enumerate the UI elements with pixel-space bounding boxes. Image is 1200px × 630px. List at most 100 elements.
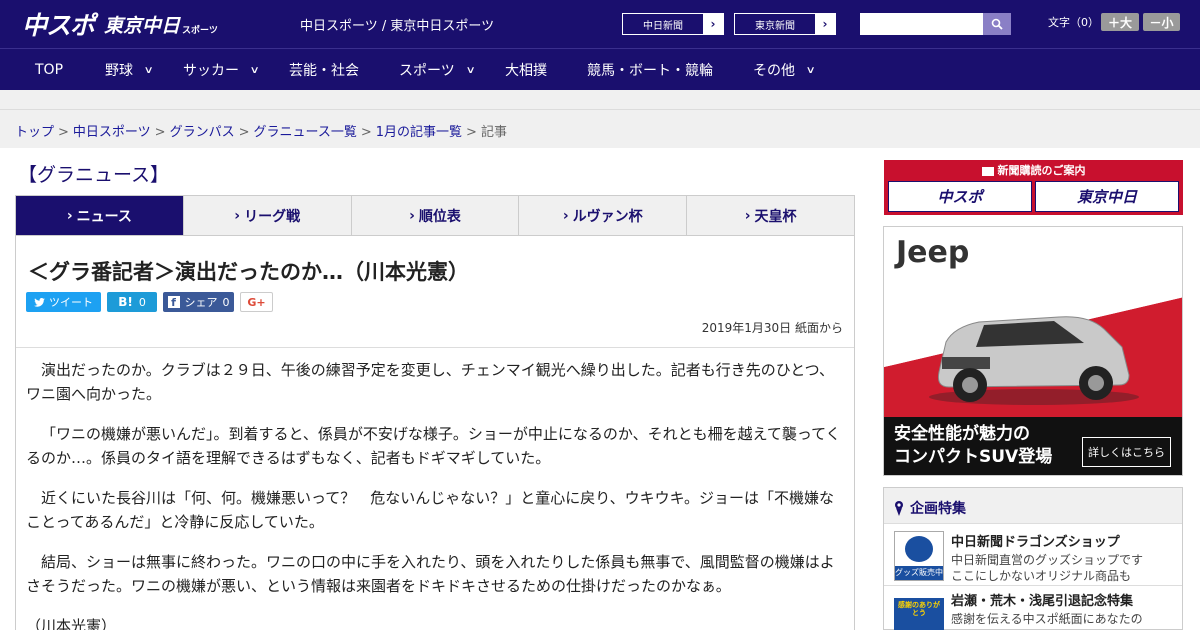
nav-label: 大相撲 xyxy=(505,63,547,79)
ribbon-icon xyxy=(895,501,903,516)
facebook-count: 0 xyxy=(222,295,230,309)
article-headline: ＜グラ番記者＞演出だったのか…（川本光憲） xyxy=(28,260,469,284)
tab-news[interactable]: › ニュース xyxy=(16,196,184,243)
ad-car-image xyxy=(884,267,1182,417)
site-logo[interactable]: 中スポ 東京中日 スポーツ xyxy=(22,8,218,40)
search-icon xyxy=(991,18,1003,30)
chevron-down-icon: ∨ xyxy=(465,64,476,76)
nav-item-top[interactable]: TOP xyxy=(35,49,63,91)
breadcrumb-current: 記事 xyxy=(480,125,507,140)
section-title: 【グラニュース】 xyxy=(18,164,170,186)
font-smaller-button[interactable]: －小 xyxy=(1143,13,1180,31)
chunichi-shimbun-button[interactable]: 中日新聞 › xyxy=(622,13,724,35)
article-paragraph: 「ワニの機嫌が悪いんだ」。到着すると、係員が不安げな様子。ショーが中止になるのか… xyxy=(26,425,841,467)
search-button[interactable] xyxy=(983,13,1011,35)
google-plus-button[interactable]: G+ xyxy=(240,292,273,312)
site-header: 中スポ 東京中日 スポーツ 中日スポーツ / 東京中日スポーツ 中日新聞 › 東… xyxy=(0,0,1200,48)
twitter-icon xyxy=(34,297,45,307)
breadcrumb-top[interactable]: トップ xyxy=(15,125,54,140)
chevron-right-icon: › xyxy=(234,207,241,224)
main-nav: TOP 野球 ∨ サッカー ∨ 芸能・社会 スポーツ ∨ 大相撲 競馬・ボート・競輪 … xyxy=(0,48,1200,90)
nav-item-soccer[interactable]: サッカー ∨ xyxy=(183,49,260,91)
tokyo-shimbun-label: 東京新聞 xyxy=(755,20,795,32)
header-strip xyxy=(0,90,1200,110)
nav-label: 競馬・ボート・競輪 xyxy=(587,63,713,79)
breadcrumb-chunichi-sports[interactable]: 中日スポーツ xyxy=(73,125,151,140)
tweet-button[interactable]: ツイート xyxy=(26,292,101,312)
thumbnail-caption: 感謝のありがとう xyxy=(898,601,940,617)
chevron-right-icon: › xyxy=(66,207,73,224)
subscribe-chuspo-button[interactable]: 中スポ xyxy=(888,181,1032,212)
tab-label: ニュース xyxy=(76,208,132,225)
chevron-right-icon: › xyxy=(409,207,415,224)
article-paragraph: 近くにいた長谷川は「何、何。機嫌悪いって？ 危ないんじゃない？」と童心に戻り、ウ… xyxy=(26,489,835,531)
tab-league[interactable]: › リーグ戦 xyxy=(184,196,352,235)
breadcrumb-grampus[interactable]: グランパス xyxy=(170,125,235,140)
subscription-title-text: 新聞購読のご案内 xyxy=(997,164,1086,177)
subscription-title: 新聞購読のご案内 xyxy=(884,162,1183,178)
tab-standings[interactable]: › 順位表 xyxy=(352,196,520,235)
category-tabs: › ニュース › リーグ戦 › 順位表 › ルヴァン杯 › 天皇杯 xyxy=(15,195,855,243)
hatena-button[interactable]: B! 0 xyxy=(107,292,157,312)
nav-item-entertainment[interactable]: 芸能・社会 xyxy=(289,49,359,91)
newspaper-icon xyxy=(981,166,994,176)
tab-levain-cup[interactable]: › ルヴァン杯 xyxy=(519,196,688,235)
feature-title-text: 企画特集 xyxy=(910,501,966,517)
feature-thumbnail: 感謝のありがとう xyxy=(894,598,944,630)
hatena-count: 0 xyxy=(138,295,146,309)
ad-details-button[interactable]: 詳しくはこちら xyxy=(1082,437,1171,467)
article-byline: （川本光憲） xyxy=(26,617,117,630)
nav-label: スポーツ xyxy=(399,63,455,79)
nav-item-sports[interactable]: スポーツ ∨ xyxy=(399,49,476,91)
site-names[interactable]: 中日スポーツ / 東京中日スポーツ xyxy=(300,15,494,34)
feature-item-title: 岩瀬・荒木・浅尾引退記念特集 xyxy=(951,594,1134,609)
breadcrumb-month-list[interactable]: 1月の記事一覧 xyxy=(376,125,462,140)
feature-title: 企画特集 xyxy=(894,498,966,518)
nav-item-baseball[interactable]: 野球 ∨ xyxy=(105,49,154,91)
chevron-right-icon: › xyxy=(562,207,569,224)
breadcrumb-separator: > xyxy=(154,125,166,140)
tab-label: リーグ戦 xyxy=(244,208,301,225)
article-divider xyxy=(16,347,854,348)
hatena-icon: B! xyxy=(118,295,133,309)
logo-tokyo-chunichi: 東京中日 xyxy=(104,14,181,37)
nav-item-other[interactable]: その他 ∨ xyxy=(753,49,816,91)
feature-item-desc: 中日新聞直営のグッズショップです xyxy=(951,553,1144,567)
nav-label: サッカー xyxy=(183,63,239,79)
feature-item-desc: 感謝を伝える中スポ紙面にあなたの xyxy=(951,612,1143,626)
breadcrumb-news-list[interactable]: グラニュース一覧 xyxy=(254,125,357,140)
chevron-down-icon: ∨ xyxy=(249,64,260,76)
tab-emperors-cup[interactable]: › 天皇杯 xyxy=(687,196,854,235)
ad-text: 安全性能が魅力の コンパクトSUV登場 xyxy=(894,423,1094,469)
chevron-right-icon: › xyxy=(744,207,751,224)
font-size-label: 文字（0） xyxy=(1048,16,1099,29)
subscribe-tokyo-chunichi-button[interactable]: 東京中日 xyxy=(1035,181,1179,212)
chevron-right-icon: › xyxy=(815,14,835,34)
advertisement[interactable]: Jeep 安全性能が魅力の コンパクトSUV登場 詳しくはこちら xyxy=(883,226,1183,476)
chevron-down-icon: ∨ xyxy=(143,64,154,76)
nav-label: その他 xyxy=(753,63,795,79)
nav-item-sumo[interactable]: 大相撲 xyxy=(505,49,547,91)
ad-brand-logo: Jeep xyxy=(896,235,970,270)
subscription-banner[interactable]: 新聞購読のご案内 中スポ 東京中日 xyxy=(884,160,1183,215)
feature-item-dragons-shop[interactable]: グッズ販売中 中日新聞ドラゴンズショップ 中日新聞直営のグッズショップです ここ… xyxy=(884,524,1182,586)
feature-box: 企画特集 グッズ販売中 中日新聞ドラゴンズショップ 中日新聞直営のグッズショップ… xyxy=(883,487,1183,630)
search-input[interactable] xyxy=(860,13,983,35)
feature-item-title: 中日新聞ドラゴンズショップ xyxy=(951,535,1120,550)
ad-caption-bar: 安全性能が魅力の コンパクトSUV登場 詳しくはこちら xyxy=(884,417,1182,475)
ad-line-1: 安全性能が魅力の xyxy=(894,424,1030,444)
tab-label: 天皇杯 xyxy=(754,208,797,225)
feature-item-retirement[interactable]: 感謝のありがとう 岩瀬・荒木・浅尾引退記念特集 感謝を伝える中スポ紙面にあなたの xyxy=(884,587,1182,630)
logo-sports: スポーツ xyxy=(182,26,218,36)
facebook-share-button[interactable]: f シェア 0 xyxy=(163,292,234,312)
chevron-right-icon: › xyxy=(703,14,723,34)
google-plus-icon: G+ xyxy=(247,295,266,309)
breadcrumb: トップ > 中日スポーツ > グランパス > グラニュース一覧 >1月の記事一覧 > 記事 xyxy=(15,121,507,140)
chevron-down-icon: ∨ xyxy=(805,64,816,76)
tokyo-shimbun-button[interactable]: 東京新聞 › xyxy=(734,13,836,35)
goods-label: グッズ販売中 xyxy=(895,566,943,580)
breadcrumb-separator: > xyxy=(238,125,250,140)
font-larger-button[interactable]: ＋大 xyxy=(1101,13,1139,31)
facebook-share-label: シェア xyxy=(184,296,218,309)
nav-item-racing[interactable]: 競馬・ボート・競輪 xyxy=(587,49,713,91)
